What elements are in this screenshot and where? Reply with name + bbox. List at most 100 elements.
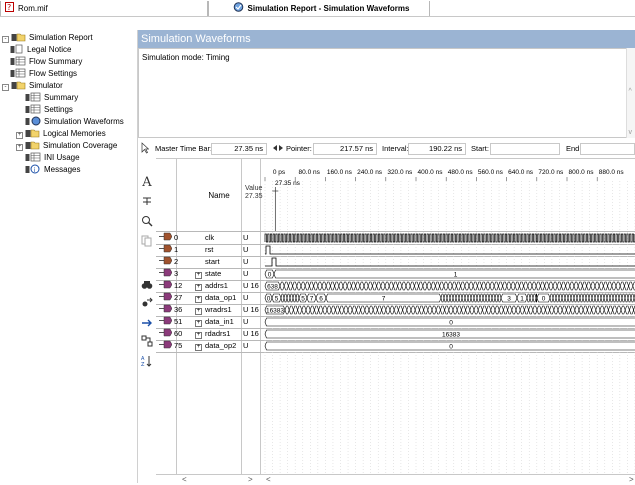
signal-name-rdadrs1[interactable]: + rdadrs1: [195, 328, 230, 340]
signal-name-wradrs1[interactable]: + wradrs1: [195, 304, 232, 316]
tree-item-messages[interactable]: i Messages: [16, 164, 80, 176]
collapse-icon[interactable]: -: [2, 36, 9, 43]
zoom-tool-icon[interactable]: [141, 215, 153, 227]
signal-name-data-op2[interactable]: + data_op2: [195, 340, 236, 352]
tree-item-flow-summary[interactable]: Flow Summary: [10, 56, 82, 68]
text-tool-icon[interactable]: A: [141, 176, 153, 189]
signal-name-clk[interactable]: clk: [205, 232, 214, 244]
addrs1-segment: [313, 281, 319, 291]
wave-scroll-left-icon[interactable]: <: [266, 475, 271, 485]
signal-name-addrs1[interactable]: + addrs1: [195, 280, 228, 292]
addrs1-segment: [607, 281, 613, 291]
addrs1-segment: [418, 281, 424, 291]
mode-box-scrollbar[interactable]: ^ v: [626, 48, 635, 138]
signal-index[interactable]: 36: [159, 304, 182, 316]
start-field[interactable]: [490, 143, 560, 155]
signal-index[interactable]: 0: [159, 232, 178, 244]
sort-tool-icon[interactable]: AZ: [141, 355, 153, 368]
tree-item-flow-settings[interactable]: Flow Settings: [10, 68, 77, 80]
wradrs1-segment: [431, 305, 437, 315]
addrs1-segment: [514, 281, 520, 291]
node-tool-icon[interactable]: [141, 195, 153, 207]
addrs1-segment: [590, 281, 596, 291]
end-field[interactable]: [580, 143, 635, 155]
signal-index[interactable]: 1: [159, 244, 178, 256]
signal-name-state[interactable]: + state: [195, 268, 221, 280]
find-tool-icon[interactable]: [141, 279, 153, 291]
addrs1-segment: [456, 281, 461, 291]
time-tick-label: 0 ps: [273, 169, 286, 176]
signal-name-start[interactable]: start: [205, 256, 220, 268]
tree-item-label: Messages: [44, 165, 81, 174]
tree-item-label: Logical Memories: [43, 129, 106, 138]
tab-simulation-label: Simulation Report - Simulation Waveforms: [247, 4, 410, 13]
scroll-left-icon[interactable]: <: [182, 475, 187, 485]
addrs1-segment: [405, 281, 411, 291]
signal-index[interactable]: 3: [159, 268, 178, 280]
cursor-tool[interactable]: [140, 142, 150, 156]
signal-index[interactable]: 51: [159, 316, 182, 328]
signal-index[interactable]: 60: [159, 328, 182, 340]
data-op1-segment: [443, 293, 448, 303]
expand-bus-icon[interactable]: +: [195, 308, 202, 315]
addrs1-segment: [540, 281, 545, 291]
start-label: Start:: [471, 144, 489, 153]
replace-tool-icon[interactable]: [141, 297, 153, 309]
expand-bus-icon[interactable]: +: [195, 332, 202, 339]
time-tick-label: 800.0 ns: [569, 169, 595, 176]
expand-bus-icon[interactable]: +: [195, 284, 202, 291]
signal-index[interactable]: 75: [159, 340, 182, 352]
tree-item-legal-notice[interactable]: Legal Notice: [10, 44, 71, 56]
time-step-arrows[interactable]: [272, 142, 284, 156]
waveform-canvas[interactable]: 0 ps 80.0 ns 160.0 ns 240.0 ns 320.0 ns 400.0…: [262, 159, 635, 474]
expand-icon[interactable]: +: [16, 144, 23, 151]
signal-index[interactable]: 12: [159, 280, 182, 292]
expand-bus-icon[interactable]: +: [195, 296, 202, 303]
tree-item-summary[interactable]: Summary: [16, 92, 78, 104]
addrs1-segment: [489, 281, 495, 291]
wave-scroll-right-icon[interactable]: >: [629, 475, 634, 485]
tree-item-logical-memories[interactable]: + Logical Memories: [16, 128, 106, 140]
pin-icon: [159, 328, 173, 337]
signal-name-data-in1[interactable]: + data_in1: [195, 316, 234, 328]
tree-item-simulator[interactable]: - Simulator: [2, 80, 63, 92]
expand-bus-icon[interactable]: +: [195, 320, 202, 327]
signal-name-rst[interactable]: rst: [205, 244, 213, 256]
tree-item-simulation-report[interactable]: - Simulation Report: [2, 32, 93, 44]
copy-tool-icon[interactable]: [141, 235, 153, 247]
tree-item-label: Flow Settings: [29, 69, 78, 78]
pin-icon: [159, 256, 173, 265]
signal-index[interactable]: 2: [159, 256, 178, 268]
scroll-right-icon[interactable]: >: [248, 475, 253, 485]
tab-rom-mif[interactable]: ? Rom.mif: [0, 1, 208, 16]
time-tick-label: 80.0 ns: [299, 169, 321, 176]
signal-name-data-op1[interactable]: + data_op1: [195, 292, 236, 304]
expand-bus-icon[interactable]: +: [195, 344, 202, 351]
value-header-label: Value: [245, 185, 263, 192]
master-time-bar-field[interactable]: 27.35 ns: [211, 143, 267, 155]
tree-item-ini-usage[interactable]: INI Usage: [16, 152, 80, 164]
arrow-right-tool-icon[interactable]: [141, 317, 153, 329]
signal-index[interactable]: 27: [159, 292, 182, 304]
expand-bus-icon[interactable]: +: [195, 272, 202, 279]
collapse-icon[interactable]: -: [2, 84, 9, 91]
pin-icon: [159, 280, 173, 289]
expand-icon[interactable]: +: [16, 132, 23, 139]
signal-name-label: addrs1: [205, 281, 228, 290]
data-op1-segment: [573, 293, 578, 303]
addrs1-segment: [531, 281, 537, 291]
grid-tool-icon[interactable]: [141, 335, 153, 347]
addrs1-segment: [430, 281, 436, 291]
tab-simulation-report[interactable]: Simulation Report - Simulation Waveforms: [208, 1, 430, 16]
data-op1-segment: [588, 293, 593, 303]
data-op1-segment: [497, 293, 502, 303]
tree-item-settings[interactable]: Settings: [16, 104, 73, 116]
tree-item-simulation-waveforms[interactable]: Simulation Waveforms: [16, 116, 124, 128]
time-tick-label: 480.0 ns: [448, 169, 474, 176]
tree-item-simulation-coverage[interactable]: + Simulation Coverage: [16, 140, 117, 152]
data-op1-segment: [485, 293, 490, 303]
data-op1-segment: [292, 293, 297, 303]
wradrs1-segment: [473, 305, 479, 315]
data-op1-segment: [286, 293, 291, 303]
time-tick-label: 400.0 ns: [418, 169, 444, 176]
